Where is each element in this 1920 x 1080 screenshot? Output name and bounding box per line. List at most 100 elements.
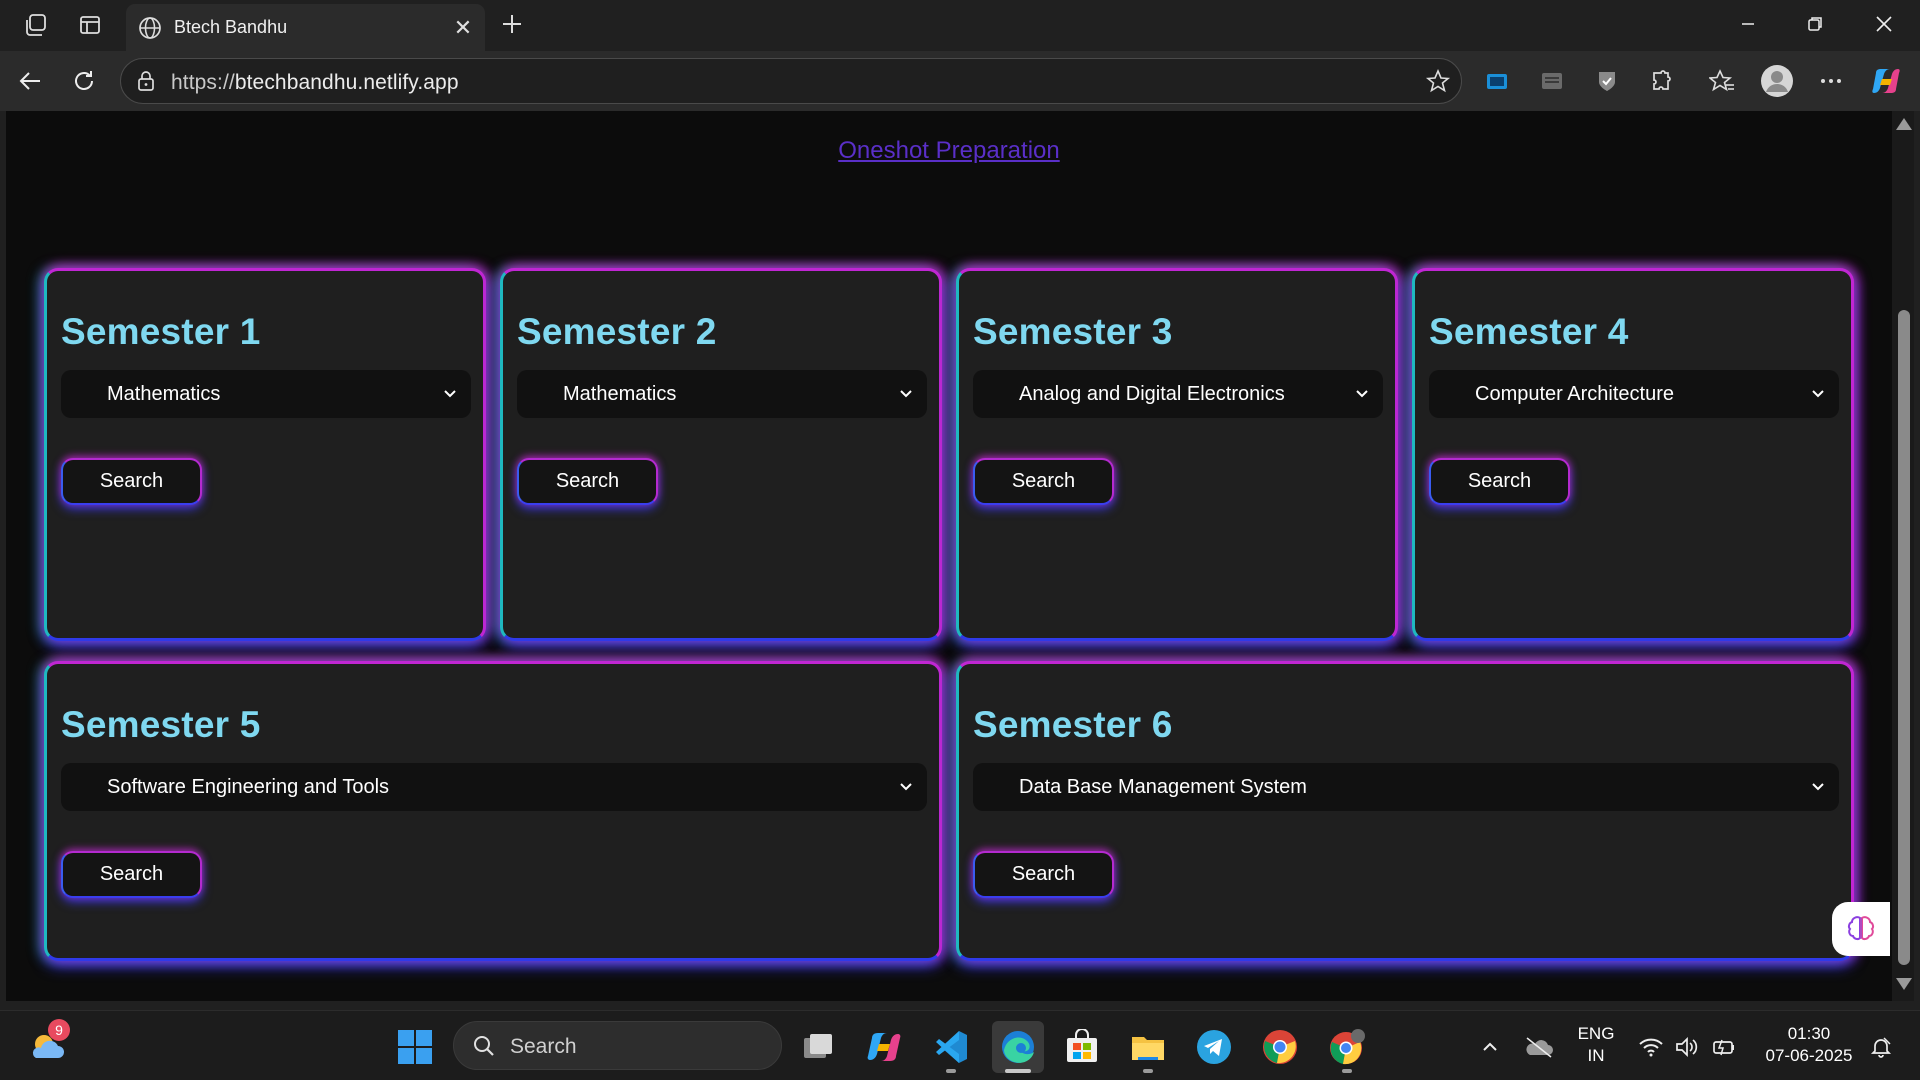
chevron-up-icon[interactable]: [1478, 1025, 1502, 1069]
semester-title: Semester 1: [61, 311, 261, 352]
chevron-down-icon: [1809, 384, 1827, 402]
restore-window-icon[interactable]: [1797, 6, 1833, 42]
new-tab-button[interactable]: [496, 8, 528, 40]
browser-tab-bar: Btech Bandhu ✕: [0, 0, 1920, 51]
selected-subject: Computer Architecture: [1475, 382, 1674, 405]
copilot-icon[interactable]: [1870, 65, 1902, 97]
profile-avatar-icon[interactable]: [1759, 63, 1795, 99]
edge-browser-icon[interactable]: [992, 1021, 1044, 1073]
subject-select[interactable]: Mathematics: [517, 370, 927, 418]
semester-card-6: Semester 6 Data Base Management System S…: [956, 661, 1854, 961]
extension-gray-icon[interactable]: [1536, 65, 1568, 97]
microsoft-store-icon[interactable]: [1060, 1025, 1104, 1069]
search-button[interactable]: Search: [973, 458, 1114, 505]
taskbar-search-box[interactable]: Search: [453, 1021, 782, 1070]
close-window-icon[interactable]: [1866, 6, 1902, 42]
chevron-down-icon: [1353, 384, 1371, 402]
weather-badge: 9: [48, 1019, 70, 1041]
language-text: ENG: [1577, 1024, 1615, 1043]
address-bar[interactable]: https://btechbandhu.netlify.app: [120, 58, 1462, 104]
semester-title: Semester 5: [61, 704, 261, 745]
vscode-running-indicator: [946, 1069, 956, 1073]
onedrive-cloud-icon[interactable]: [1522, 1025, 1556, 1069]
chrome-profile-icon[interactable]: [1325, 1025, 1369, 1069]
chevron-down-icon: [1809, 777, 1827, 795]
chrome-icon[interactable]: [1258, 1025, 1302, 1069]
extension-blue-icon[interactable]: [1481, 65, 1513, 97]
semester-card-4: Semester 4 Computer Architecture Search: [1412, 268, 1854, 641]
ai-assistant-button[interactable]: [1832, 902, 1890, 956]
task-view-icon[interactable]: [796, 1025, 840, 1069]
semester-title: Semester 4: [1429, 311, 1629, 352]
windows-taskbar: 9 Search ENG IN 01:30 07-06-2025: [0, 1010, 1920, 1080]
selected-subject: Data Base Management System: [1019, 775, 1307, 798]
chevron-down-icon: [897, 384, 915, 402]
more-menu-icon[interactable]: [1815, 65, 1847, 97]
wifi-icon[interactable]: [1636, 1025, 1666, 1069]
workspaces-icon[interactable]: [20, 9, 52, 41]
subject-select[interactable]: Data Base Management System: [973, 763, 1839, 811]
region-text: IN: [1587, 1046, 1605, 1065]
oneshot-preparation-link[interactable]: Oneshot Preparation: [838, 137, 1059, 164]
language-indicator[interactable]: ENG IN: [1573, 1023, 1619, 1067]
oneshot-link-container: Oneshot Preparation: [6, 137, 1892, 165]
search-button[interactable]: Search: [973, 851, 1114, 898]
explorer-running-indicator: [1143, 1069, 1153, 1073]
extensions-puzzle-icon[interactable]: [1645, 65, 1677, 97]
semester-title: Semester 3: [973, 311, 1173, 352]
selected-subject: Analog and Digital Electronics: [1019, 382, 1285, 405]
chevron-down-icon: [897, 777, 915, 795]
search-button[interactable]: Search: [61, 851, 202, 898]
search-button[interactable]: Search: [61, 458, 202, 505]
semester-card-1: Semester 1 Mathematics Search: [44, 268, 486, 641]
battery-icon[interactable]: [1708, 1025, 1738, 1069]
search-button[interactable]: Search: [517, 458, 658, 505]
tab-btech-bandhu[interactable]: Btech Bandhu ✕: [126, 4, 485, 51]
minimize-window-icon[interactable]: [1730, 6, 1766, 42]
selected-subject: Mathematics: [563, 382, 677, 405]
scrollbar-thumb[interactable]: [1898, 310, 1910, 965]
back-icon[interactable]: [14, 65, 46, 97]
vscode-icon[interactable]: [929, 1025, 973, 1069]
subject-select[interactable]: Analog and Digital Electronics: [973, 370, 1383, 418]
favorite-star-icon[interactable]: [1425, 68, 1451, 94]
tab-actions-icon[interactable]: [74, 9, 106, 41]
semester-card-2: Semester 2 Mathematics Search: [500, 268, 942, 641]
volume-icon[interactable]: [1672, 1025, 1702, 1069]
semester-card-3: Semester 3 Analog and Digital Electronic…: [956, 268, 1398, 641]
scroll-up-arrow-icon[interactable]: [1896, 118, 1912, 130]
clock-time: 01:30: [1787, 1024, 1831, 1043]
page-viewport: Oneshot Preparation Semester 1 Mathemati…: [6, 111, 1892, 1001]
copilot-app-icon[interactable]: [862, 1025, 906, 1069]
windows-start-icon[interactable]: [393, 1025, 437, 1069]
scroll-down-arrow-icon[interactable]: [1896, 978, 1912, 990]
clock-date: 07-06-2025: [1765, 1046, 1853, 1065]
selected-subject: Mathematics: [107, 382, 221, 405]
chrome-running-indicator: [1342, 1069, 1352, 1073]
search-button[interactable]: Search: [1429, 458, 1570, 505]
semester-title: Semester 2: [517, 311, 717, 352]
subject-select[interactable]: Computer Architecture: [1429, 370, 1839, 418]
tab-title: Btech Bandhu: [174, 17, 288, 37]
close-tab-icon[interactable]: ✕: [449, 14, 477, 42]
browser-nav-bar: https://btechbandhu.netlify.app: [0, 51, 1920, 111]
extension-shield-icon[interactable]: [1591, 65, 1623, 97]
brain-icon: [1847, 916, 1875, 941]
semester-card-5: Semester 5 Software Engineering and Tool…: [44, 661, 942, 961]
notifications-icon[interactable]: [1866, 1025, 1896, 1069]
selected-subject: Software Engineering and Tools: [107, 775, 390, 798]
url-text: https://btechbandhu.netlify.app: [171, 71, 459, 94]
semester-title: Semester 6: [973, 704, 1173, 745]
clock[interactable]: 01:30 07-06-2025: [1756, 1023, 1862, 1067]
telegram-icon[interactable]: [1192, 1025, 1236, 1069]
globe-icon: [136, 14, 164, 42]
search-label: Search: [510, 1035, 577, 1058]
file-explorer-icon[interactable]: [1126, 1025, 1170, 1069]
favorites-icon[interactable]: [1706, 65, 1738, 97]
lock-icon[interactable]: [135, 70, 157, 92]
subject-select[interactable]: Software Engineering and Tools: [61, 763, 927, 811]
subject-select[interactable]: Mathematics: [61, 370, 471, 418]
edge-active-indicator: [1005, 1069, 1031, 1073]
refresh-icon[interactable]: [68, 65, 100, 97]
search-icon: [472, 1034, 496, 1063]
